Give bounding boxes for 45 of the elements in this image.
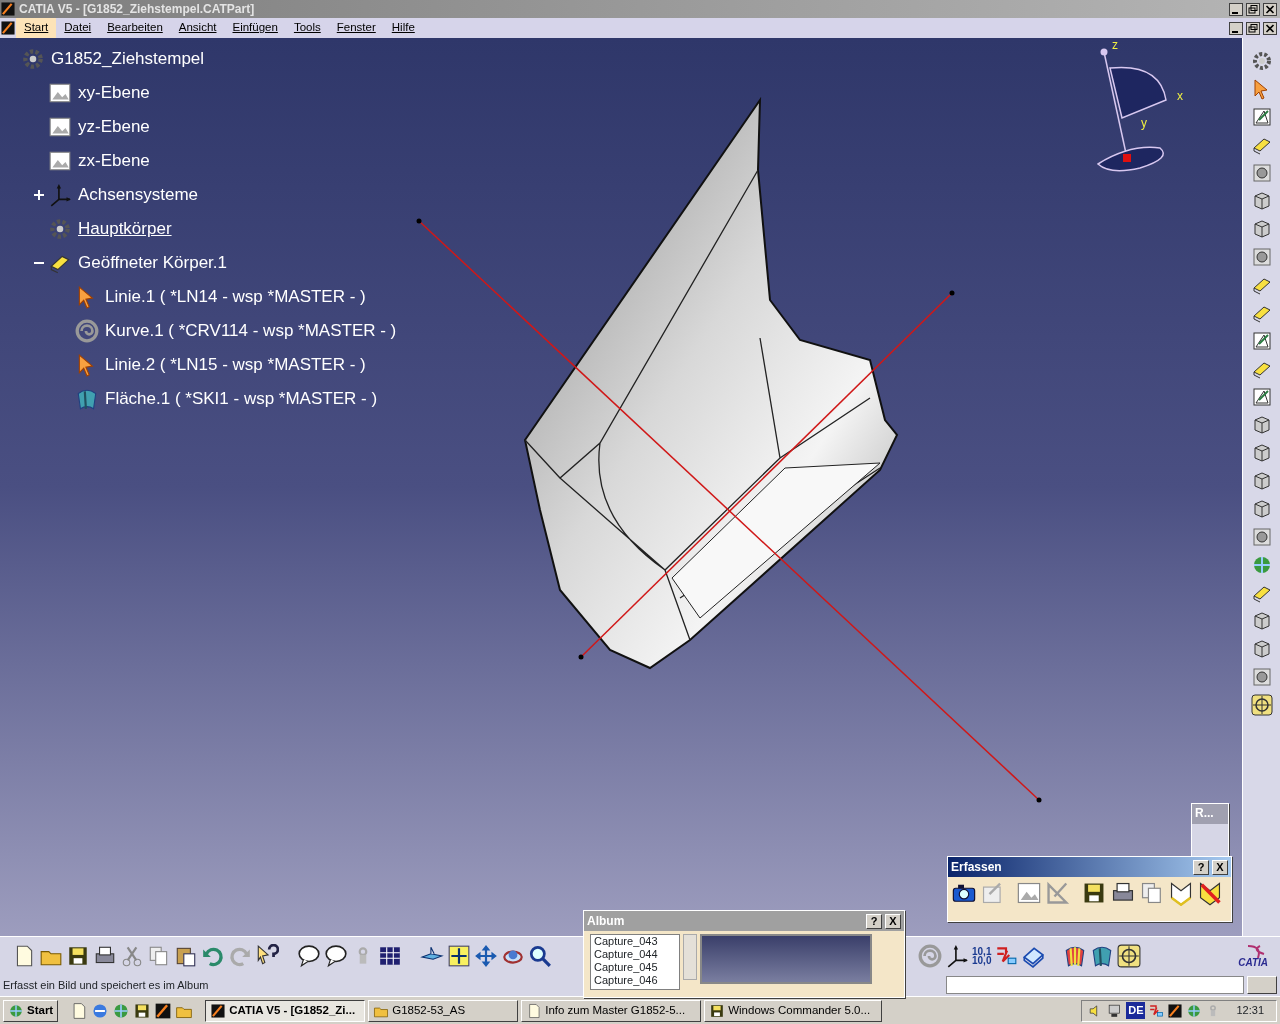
language-indicator[interactable]: DE <box>1126 1002 1146 1019</box>
axis-label: x <box>1177 90 1183 102</box>
taskbar-button[interactable]: CATIA V5 - [G1852_Zi... <box>205 999 366 1022</box>
list-item[interactable]: Capture_046 <box>594 974 676 987</box>
list-item[interactable]: Capture_045 <box>594 961 676 974</box>
panel-title: Album <box>587 913 625 930</box>
menu-item[interactable]: Hilfe <box>383 18 423 38</box>
tree-item[interactable]: Geöffneter Körper.1 <box>75 250 230 276</box>
tree-item[interactable]: xy-Ebene <box>75 80 153 106</box>
taskbar-button[interactable]: Info zum Master G1852-5... <box>521 999 702 1022</box>
units-icon[interactable]: 10,1 10,0 <box>972 946 992 965</box>
clock: 12:31 <box>1236 1003 1264 1019</box>
tree-item[interactable]: Achsensysteme <box>75 182 201 208</box>
menu-item[interactable]: Einfügen <box>224 18 286 38</box>
help-button[interactable]: ? <box>1193 859 1209 875</box>
tree-item[interactable]: yz-Ebene <box>75 114 153 140</box>
menu-item[interactable]: Start <box>16 18 57 38</box>
tree-item[interactable]: Hauptkörper <box>75 216 175 242</box>
menu-item[interactable]: Datei <box>56 18 100 38</box>
menu-item[interactable]: Fenster <box>328 18 384 38</box>
close-button[interactable]: X <box>885 913 901 929</box>
close-button[interactable]: X <box>1212 859 1228 875</box>
catia-logo: CATIA <box>1238 943 1268 968</box>
axis-label: y <box>1141 117 1147 129</box>
status-text: Erfasst ein Bild und speichert es im Album <box>3 977 209 993</box>
tree-item[interactable]: Kurve.1 ( *CRV114 - wsp *MASTER - ) <box>102 318 400 344</box>
axis-label: z <box>1112 39 1118 51</box>
taskbar-button[interactable]: Windows Commander 5.0... <box>704 999 883 1022</box>
list-item[interactable]: Capture_044 <box>594 948 676 961</box>
menu-item[interactable]: Tools <box>285 18 329 38</box>
window-title: CATIA V5 - [G1852_Ziehstempel.CATPart] <box>19 1 255 18</box>
tree-item[interactable]: Linie.1 ( *LN14 - wsp *MASTER - ) <box>102 284 369 310</box>
menu-item[interactable]: Ansicht <box>170 18 225 38</box>
tree-item[interactable]: Fläche.1 ( *SKI1 - wsp *MASTER - ) <box>102 386 381 412</box>
menu-item[interactable]: Bearbeiten <box>99 18 171 38</box>
tree-item[interactable]: Linie.2 ( *LN15 - wsp *MASTER - ) <box>102 352 369 378</box>
start-button[interactable]: Start <box>3 999 59 1022</box>
taskbar-button[interactable]: G1852-53_AS <box>368 999 519 1022</box>
tree-item[interactable]: zx-Ebene <box>75 148 153 174</box>
panel-title: Erfassen <box>951 859 1002 876</box>
help-button[interactable]: ? <box>866 913 882 929</box>
album-list[interactable]: Capture_043 Capture_044 Capture_045 Capture_046 <box>590 934 680 990</box>
list-item[interactable]: Capture_043 <box>594 935 676 948</box>
panel-title: R... <box>1195 806 1214 820</box>
tree-item[interactable]: G1852_Ziehstempel <box>48 46 208 72</box>
